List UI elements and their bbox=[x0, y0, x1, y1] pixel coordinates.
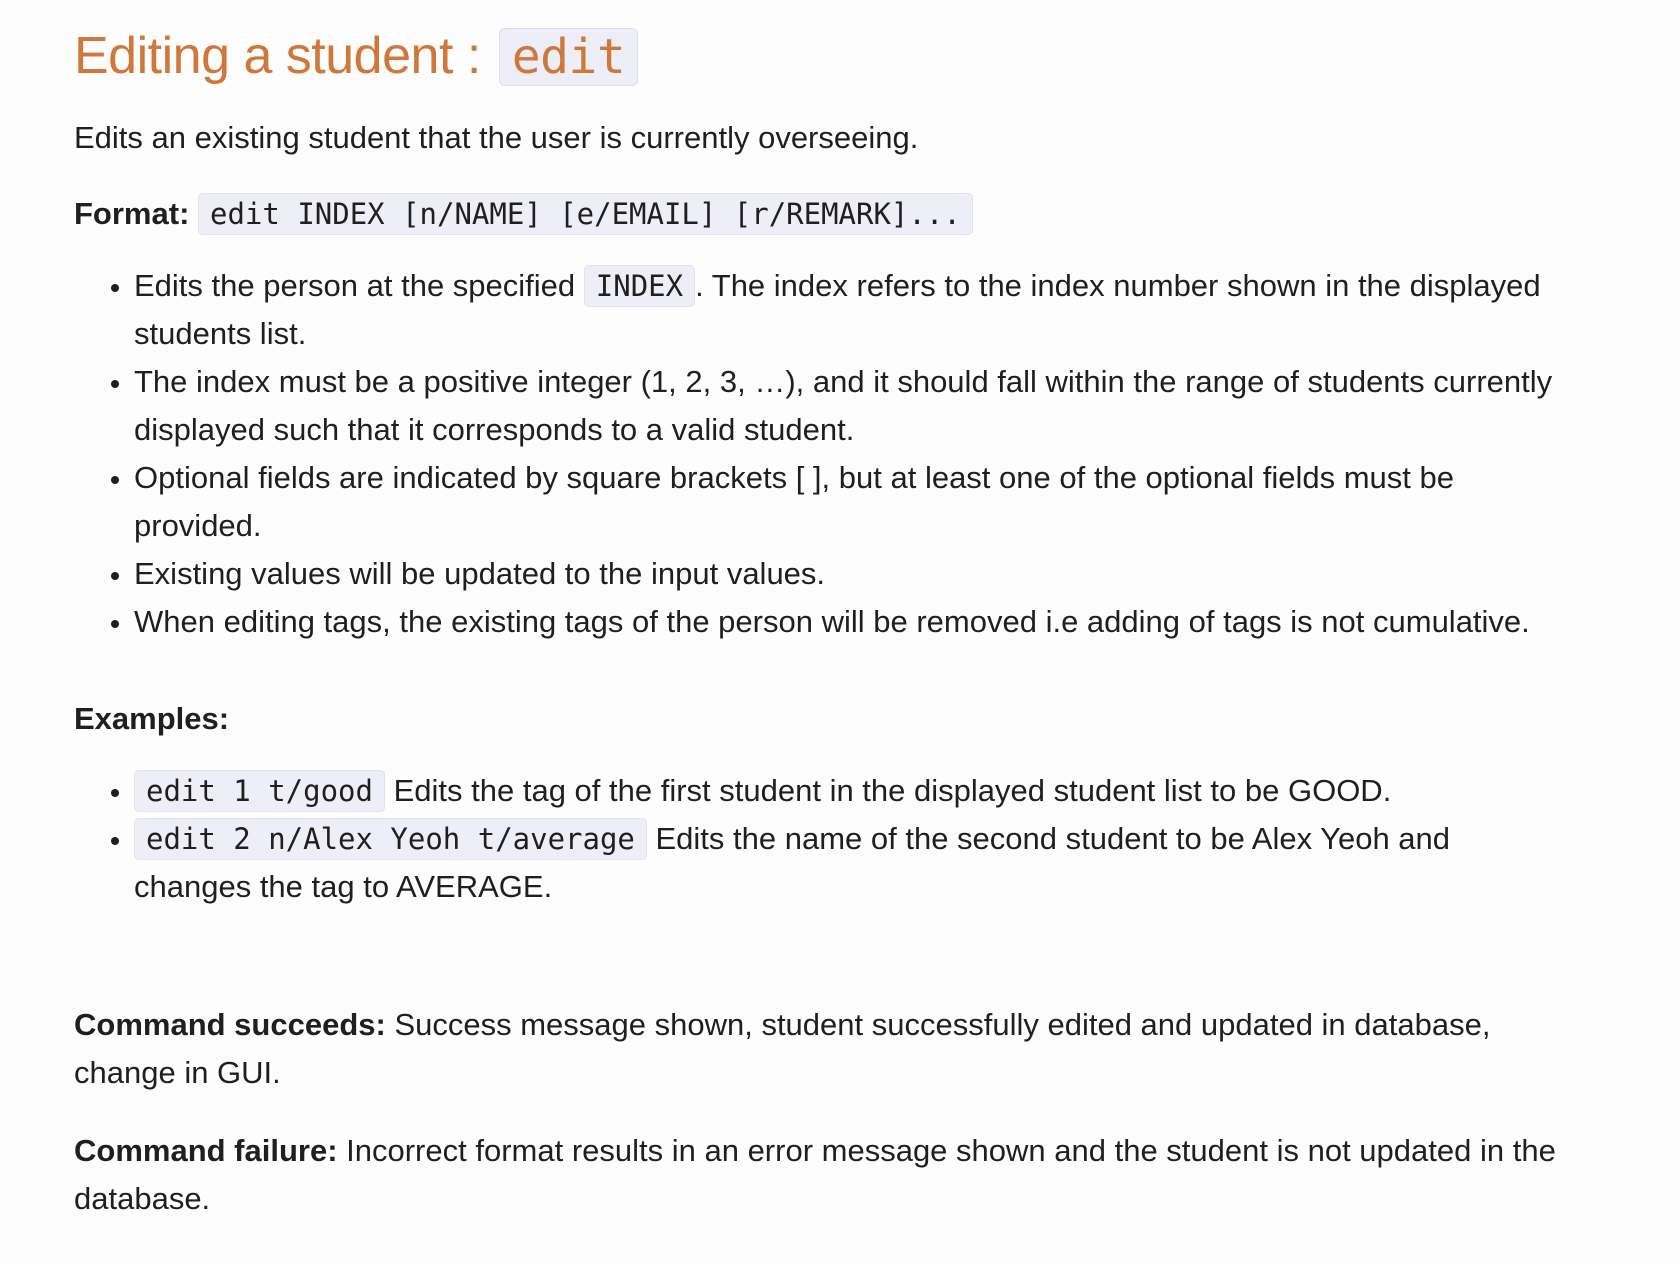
note-item-positive-integer: The index must be a positive integer (1,… bbox=[134, 358, 1574, 454]
format-code: edit INDEX [n/NAME] [e/EMAIL] [r/REMARK]… bbox=[198, 193, 973, 235]
example-item-1: edit 1 t/good Edits the tag of the first… bbox=[134, 767, 1574, 815]
examples-heading-wrap: Examples: bbox=[74, 695, 1574, 743]
notes-list-wrap: Edits the person at the specified INDEX.… bbox=[74, 262, 1574, 646]
document-section: Editing a student : edit bbox=[0, 0, 1634, 89]
note-item-tags: When editing tags, the existing tags of … bbox=[134, 598, 1574, 646]
examples-label: Examples: bbox=[74, 701, 230, 736]
heading-text: Editing a student : bbox=[74, 27, 495, 85]
note-item-index: Edits the person at the specified INDEX.… bbox=[134, 262, 1574, 358]
example-code-2: edit 2 n/Alex Yeoh t/average bbox=[134, 818, 647, 860]
note-item-existing-values: Existing values will be updated to the i… bbox=[134, 550, 1574, 598]
example-item-2: edit 2 n/Alex Yeoh t/average Edits the n… bbox=[134, 815, 1574, 911]
examples-list-wrap: edit 1 t/good Edits the tag of the first… bbox=[74, 767, 1574, 911]
example-code-1: edit 1 t/good bbox=[134, 770, 385, 812]
examples-heading: Examples: bbox=[74, 695, 1574, 743]
success-label: Command succeeds: bbox=[74, 1007, 386, 1042]
success-paragraph: Command succeeds: Success message shown,… bbox=[74, 1001, 1574, 1097]
examples-list: edit 1 t/good Edits the tag of the first… bbox=[74, 767, 1574, 911]
success-paragraph-wrap: Command succeeds: Success message shown,… bbox=[74, 1001, 1574, 1097]
notes-list: Edits the person at the specified INDEX.… bbox=[74, 262, 1574, 646]
format-line: Format: edit INDEX [n/NAME] [e/EMAIL] [r… bbox=[74, 190, 1574, 238]
intro-paragraph: Edits an existing student that the user … bbox=[74, 120, 919, 155]
failure-paragraph-wrap: Command failure: Incorrect format result… bbox=[74, 1127, 1574, 1223]
index-code: INDEX bbox=[583, 265, 696, 307]
note-item-optional-fields: Optional fields are indicated by square … bbox=[134, 454, 1574, 550]
example-text-1: Edits the tag of the first student in th… bbox=[384, 773, 1392, 808]
format-paragraph: Format: edit INDEX [n/NAME] [e/EMAIL] [r… bbox=[74, 190, 1574, 238]
section-heading: Editing a student : edit bbox=[74, 24, 1634, 89]
failure-paragraph: Command failure: Incorrect format result… bbox=[74, 1127, 1574, 1223]
heading-code: edit bbox=[498, 28, 639, 86]
intro-paragraph-wrap: Edits an existing student that the user … bbox=[74, 114, 1574, 162]
failure-label: Command failure: bbox=[74, 1133, 338, 1168]
format-label: Format: bbox=[74, 196, 190, 231]
note-text: Edits the person at the specified bbox=[134, 268, 584, 303]
